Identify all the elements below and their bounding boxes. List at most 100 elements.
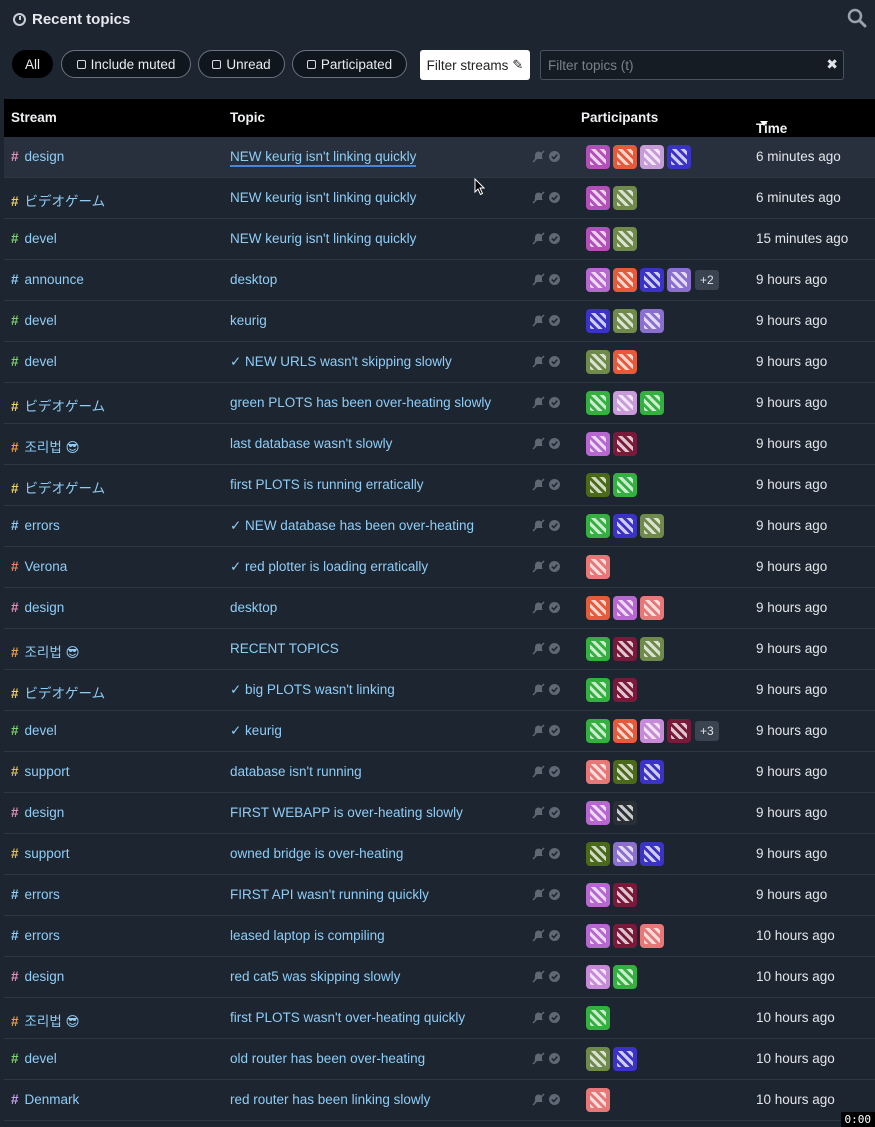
avatar[interactable] [613,883,637,907]
avatar[interactable] [586,432,610,456]
table-row[interactable]: # ビデオゲーム ✓ big PLOTS wasn't linking 9 hou… [4,670,875,711]
avatar[interactable] [613,924,637,948]
topic-link[interactable]: leased laptop is compiling [230,928,385,943]
avatar[interactable] [613,965,637,989]
topic-link[interactable]: NEW keurig isn't linking quickly [230,190,416,205]
clear-icon[interactable]: ✖ [826,56,838,73]
avatar[interactable] [613,637,637,661]
mark-read-check-icon[interactable] [548,806,561,819]
topic-link[interactable]: old router has been over-heating [230,1051,425,1066]
mute-bell-icon[interactable] [532,724,545,737]
participated-toggle[interactable]: Participated [292,50,407,78]
mark-read-check-icon[interactable] [548,642,561,655]
table-row[interactable]: # devel ✓ keurig +3 9 hours ago [4,711,875,752]
stream-name[interactable]: # support [11,846,70,861]
filter-streams-button[interactable]: Filter streams ✎ [420,50,530,80]
avatar[interactable] [613,1047,637,1071]
topic-link[interactable]: FIRST WEBAPP is over-heating slowly [230,805,463,820]
avatar[interactable] [586,965,610,989]
mute-bell-icon[interactable] [532,191,545,204]
topic-link[interactable]: NEW keurig isn't linking quickly [230,231,416,246]
table-row[interactable]: # devel old router has been over-heating … [4,1039,875,1080]
avatar[interactable] [640,391,664,415]
avatar[interactable] [640,637,664,661]
table-row[interactable]: # ビデオゲーム green PLOTS has been over-heatin… [4,383,875,424]
mark-read-check-icon[interactable] [548,683,561,696]
stream-name[interactable]: # ビデオゲーム [11,682,105,702]
avatar[interactable] [640,514,664,538]
avatar[interactable] [586,924,610,948]
avatar[interactable] [613,801,637,825]
mark-read-check-icon[interactable] [548,888,561,901]
avatar[interactable] [586,473,610,497]
mark-read-check-icon[interactable] [548,232,561,245]
topic-link[interactable]: first PLOTS wasn't over-heating quickly [230,1010,465,1025]
table-row[interactable]: # 조리법 😎 last database wasn't slowly 9 hou… [4,424,875,465]
stream-name[interactable]: # design [11,600,64,615]
mark-read-check-icon[interactable] [548,765,561,778]
avatar[interactable] [586,842,610,866]
mute-bell-icon[interactable] [532,273,545,286]
mute-bell-icon[interactable] [532,314,545,327]
table-row[interactable]: # support database isn't running 9 hours … [4,752,875,793]
topic-link[interactable]: red cat5 was skipping slowly [230,969,400,984]
avatar[interactable] [613,391,637,415]
avatar[interactable] [613,268,637,292]
topic-link[interactable]: RECENT TOPICS [230,641,339,656]
table-row[interactable]: # errors FIRST API wasn't running quickly… [4,875,875,916]
mark-read-check-icon[interactable] [548,314,561,327]
stream-name[interactable]: # design [11,805,64,820]
mute-bell-icon[interactable] [532,560,545,573]
avatar[interactable] [667,145,691,169]
filter-topics-input[interactable] [541,51,821,79]
avatar[interactable] [586,514,610,538]
topic-link[interactable]: FIRST API wasn't running quickly [230,887,429,902]
avatar[interactable] [613,842,637,866]
topic-link[interactable]: last database wasn't slowly [230,436,392,451]
stream-name[interactable]: # devel [11,231,57,246]
mute-bell-icon[interactable] [532,642,545,655]
mute-bell-icon[interactable] [532,232,545,245]
avatar[interactable] [586,637,610,661]
avatar[interactable] [640,760,664,784]
topic-link[interactable]: ✓ big PLOTS wasn't linking [230,682,395,698]
table-row[interactable]: # design FIRST WEBAPP is over-heating slo… [4,793,875,834]
avatar[interactable] [640,145,664,169]
filter-all-button[interactable]: All [12,50,53,78]
mute-bell-icon[interactable] [532,396,545,409]
avatar[interactable] [613,473,637,497]
mute-bell-icon[interactable] [532,888,545,901]
column-topic[interactable]: Topic [230,110,265,125]
stream-name[interactable]: # errors [11,518,60,533]
avatar[interactable] [613,186,637,210]
mark-read-check-icon[interactable] [548,437,561,450]
stream-name[interactable]: # devel [11,313,57,328]
avatar[interactable] [640,924,664,948]
avatar[interactable] [613,145,637,169]
mute-bell-icon[interactable] [532,437,545,450]
avatar[interactable] [586,391,610,415]
avatar[interactable] [586,883,610,907]
stream-name[interactable]: # errors [11,928,60,943]
mute-bell-icon[interactable] [532,847,545,860]
mute-bell-icon[interactable] [532,1011,545,1024]
stream-name[interactable]: # devel [11,354,57,369]
avatar[interactable] [586,186,610,210]
avatar[interactable] [640,719,664,743]
avatar[interactable] [586,719,610,743]
avatar[interactable] [667,719,691,743]
stream-name[interactable]: # ビデオゲーム [11,190,105,210]
topic-link[interactable]: green PLOTS has been over-heating slowly [230,395,491,410]
mark-read-check-icon[interactable] [548,560,561,573]
mute-bell-icon[interactable] [532,1093,545,1106]
avatar[interactable] [613,514,637,538]
stream-name[interactable]: # 조리법 😎 [11,436,80,456]
table-row[interactable]: # announce desktop +2 9 hours ago [4,260,875,301]
topic-link[interactable]: ✓ keurig [230,723,282,739]
avatar[interactable] [613,432,637,456]
mark-read-check-icon[interactable] [548,1093,561,1106]
stream-name[interactable]: # devel [11,1051,57,1066]
avatar[interactable] [586,268,610,292]
table-row[interactable]: # 조리법 😎 RECENT TOPICS 9 hours ago [4,629,875,670]
avatar[interactable] [613,760,637,784]
